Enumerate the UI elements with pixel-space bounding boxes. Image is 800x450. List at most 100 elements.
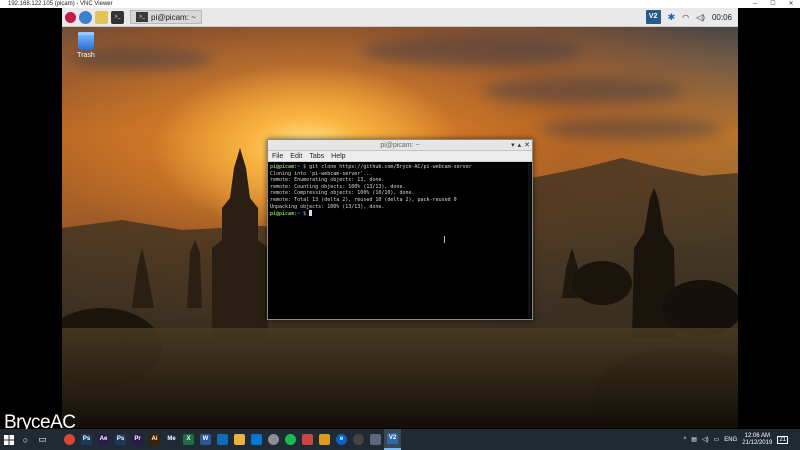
taskbar-app-explorer[interactable]: [231, 429, 248, 450]
taskbar-app-chrome[interactable]: [61, 429, 78, 450]
pi-system-tray: V2 ✱ ◠ ◁) 00:06: [645, 10, 732, 24]
globe-icon: [79, 10, 92, 24]
trash-label: Trash: [77, 52, 95, 59]
search-icon: ○: [22, 434, 29, 445]
obs-icon: [353, 434, 364, 445]
menu-help[interactable]: Help: [331, 151, 345, 161]
maximize-button[interactable]: ☐: [764, 0, 782, 8]
chrome-icon: [64, 434, 75, 445]
web-browser-launcher[interactable]: [79, 10, 92, 25]
taskbar-item-terminal[interactable]: >_ pi@picam: ~: [130, 10, 202, 24]
taskbar-app-store[interactable]: [248, 429, 265, 450]
terminal-window[interactable]: pi@picam: ~ ▾ ▴ ✕ File Edit Tabs Help pi…: [267, 139, 533, 320]
taskbar-app-davinci[interactable]: [299, 429, 316, 450]
illustrator-icon: Ai: [149, 434, 160, 445]
bluetooth-icon[interactable]: ✱: [668, 12, 676, 23]
remote-desktop[interactable]: >_ >_ pi@picam: ~ V2 ✱ ◠ ◁) 00:06 Trash …: [62, 8, 738, 428]
terminal-maximize-button[interactable]: ▴: [518, 141, 522, 150]
volume-icon[interactable]: ◁): [696, 13, 705, 22]
vnc-server-icon[interactable]: V2: [645, 10, 661, 24]
chevron-up-icon[interactable]: ^: [683, 437, 686, 443]
clock-date: 21/12/2019: [742, 439, 773, 446]
raspberry-menu-button[interactable]: [65, 10, 76, 25]
clock-time: 12:06 AM: [744, 432, 770, 439]
terminal-menubar: File Edit Tabs Help: [268, 151, 532, 162]
photos-icon: [217, 434, 228, 445]
vnc-window-titlebar: 192.168.122.105 (picam) - VNC Viewer ─ ☐…: [0, 0, 800, 8]
menu-file[interactable]: File: [272, 151, 283, 161]
windows-taskbar: ○ ▭ Ps Ae Ps Pr Ai Me X We V2 ^ ▤ ◁) ▭ ENG 12:06…: [0, 429, 800, 450]
network-icon[interactable]: ▤: [691, 436, 697, 443]
taskbar-app-settings[interactable]: [367, 429, 384, 450]
trash-icon: [78, 32, 94, 50]
close-button[interactable]: ✕: [782, 0, 800, 8]
text-cursor: [309, 210, 313, 217]
folder-icon: [95, 10, 108, 24]
language-indicator[interactable]: ENG: [724, 437, 737, 443]
vnc-viewer-icon: V2: [387, 433, 398, 444]
word-icon: W: [200, 434, 211, 445]
store-icon: [251, 434, 262, 445]
raspberry-icon: [65, 11, 76, 23]
pi-clock: 00:06: [711, 12, 732, 22]
taskbar-app-spotify[interactable]: [282, 429, 299, 450]
after-effects-icon: Ae: [98, 434, 109, 445]
pi-top-panel: >_ >_ pi@picam: ~ V2 ✱ ◠ ◁) 00:06: [62, 8, 738, 27]
explorer-icon: [234, 434, 245, 445]
trash-desktop-icon[interactable]: Trash: [74, 32, 98, 59]
excel-icon: X: [183, 434, 194, 445]
pinned-apps: Ps Ae Ps Pr Ai Me X We V2: [61, 429, 401, 450]
terminal-line: Unpacking objects: 100% (13/13), done.: [270, 203, 385, 210]
terminal-line: remote: Enumerating objects: 13, done.: [270, 177, 385, 184]
windows-clock[interactable]: 12:06 AM 21/12/2019: [742, 433, 772, 447]
davinci-icon: [302, 434, 313, 445]
steam-icon: [268, 434, 279, 445]
menu-tabs[interactable]: Tabs: [309, 151, 324, 161]
taskbar-app-premiere[interactable]: Pr: [129, 429, 146, 450]
taskbar-app-excel[interactable]: X: [180, 429, 197, 450]
terminal-line: Cloning into 'pi-webcam-server'...: [270, 170, 373, 177]
taskbar-app-after-effects[interactable]: Ae: [95, 429, 112, 450]
taskbar-app-illustrator[interactable]: Ai: [146, 429, 163, 450]
terminal-line: remote: Counting objects: 100% (13/13), …: [270, 183, 406, 190]
task-view-button[interactable]: ▭: [34, 429, 51, 450]
taskbar-app-edge[interactable]: e: [333, 429, 350, 450]
taskbar-app-steam[interactable]: [265, 429, 282, 450]
taskbar-app-obs[interactable]: [350, 429, 367, 450]
vnc-window-title: 192.168.122.105 (picam) - VNC Viewer: [8, 1, 113, 7]
minimize-button[interactable]: ─: [746, 0, 764, 8]
premiere-icon: Pr: [132, 434, 143, 445]
terminal-titlebar[interactable]: pi@picam: ~ ▾ ▴ ✕: [268, 140, 532, 151]
media-encoder-icon: Me: [166, 434, 177, 445]
terminal-minimize-button[interactable]: ▾: [511, 141, 515, 150]
taskbar-app-media-encoder[interactable]: Me: [163, 429, 180, 450]
photoshop-icon: Ps: [81, 434, 92, 445]
terminal-scrollbar[interactable]: [528, 164, 531, 318]
terminal-line: pi@picam:~ $: [270, 210, 530, 218]
taskbar-app-layers-app[interactable]: [316, 429, 333, 450]
volume-icon[interactable]: ◁): [702, 436, 709, 443]
taskbar-app-vnc-viewer[interactable]: V2: [384, 429, 401, 450]
battery-icon[interactable]: ▭: [714, 436, 720, 443]
taskbar-app-photos[interactable]: [214, 429, 231, 450]
terminal-icon: >_: [111, 10, 124, 24]
menu-edit[interactable]: Edit: [290, 151, 302, 161]
spotify-icon: [285, 434, 296, 445]
start-button[interactable]: [0, 429, 17, 450]
search-button[interactable]: ○: [17, 429, 34, 450]
terminal-line: pi@picam:~ $ git clone https://github.co…: [270, 164, 472, 170]
terminal-icon: >_: [136, 12, 148, 22]
notification-center-button[interactable]: 21: [777, 435, 788, 444]
taskbar-app-photoshop[interactable]: Ps: [78, 429, 95, 450]
file-manager-launcher[interactable]: [95, 10, 108, 25]
terminal-close-button[interactable]: ✕: [524, 141, 530, 150]
photoshop-2-icon: Ps: [115, 434, 126, 445]
taskbar-app-word[interactable]: W: [197, 429, 214, 450]
taskbar-app-photoshop-2[interactable]: Ps: [112, 429, 129, 450]
terminal-launcher[interactable]: >_: [111, 10, 124, 25]
windows-logo-icon: [3, 434, 14, 445]
edge-icon: e: [336, 434, 347, 445]
wifi-icon[interactable]: ◠: [682, 13, 689, 22]
layers-app-icon: [319, 434, 330, 445]
terminal-output[interactable]: pi@picam:~ $ git clone https://github.co…: [268, 162, 532, 220]
